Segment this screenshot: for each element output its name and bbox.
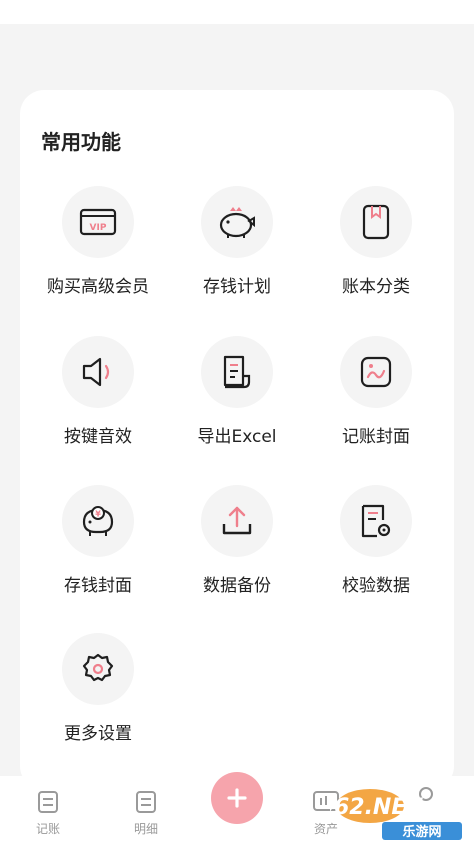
export-document-icon <box>201 336 273 408</box>
gear-icon <box>62 633 134 705</box>
function-label: 存钱封面 <box>64 576 132 596</box>
document-check-icon <box>340 485 412 557</box>
ledger-icon <box>37 791 59 818</box>
section-title: 常用功能 <box>41 130 121 154</box>
common-functions-card: 常用功能 VIP 购买高级会员 存钱计划 账本分类 按键音效 导出Excel 记… <box>20 90 454 790</box>
function-label: 账本分类 <box>342 277 410 297</box>
function-label: 更多设置 <box>64 724 132 744</box>
piggy-bank-icon <box>201 186 273 258</box>
upload-backup-icon <box>201 485 273 557</box>
svg-text:962.NET: 962.NET <box>330 795 423 820</box>
svg-text:VIP: VIP <box>90 223 107 233</box>
tab-details[interactable]: 明细 <box>116 790 176 837</box>
function-saving-cover[interactable]: ¥ 存钱封面 <box>28 485 168 615</box>
function-ledger-cover[interactable]: 记账封面 <box>306 336 446 466</box>
function-more-settings[interactable]: 更多设置 <box>28 633 168 763</box>
watermark-logo: 962.NET 乐游网 <box>319 784 474 842</box>
function-label: 存钱计划 <box>203 277 271 297</box>
tab-label: 记账 <box>35 822 60 836</box>
function-data-backup[interactable]: 数据备份 <box>167 485 307 615</box>
add-record-button[interactable] <box>203 764 271 832</box>
tab-label: 明细 <box>133 822 158 836</box>
function-label: 按键音效 <box>64 427 132 447</box>
function-label: 导出Excel <box>197 427 277 447</box>
function-verify-data[interactable]: 校验数据 <box>306 485 446 615</box>
function-buy-vip[interactable]: VIP 购买高级会员 <box>28 186 168 316</box>
svg-text:乐游网: 乐游网 <box>402 824 441 840</box>
tab-ledger[interactable]: 记账 <box>18 790 78 837</box>
function-key-sound[interactable]: 按键音效 <box>28 336 168 466</box>
ledger-book-icon <box>340 186 412 258</box>
cover-image-icon <box>340 336 412 408</box>
function-label: 校验数据 <box>342 576 410 596</box>
vip-card-icon: VIP <box>62 186 134 258</box>
function-label: 数据备份 <box>203 576 271 596</box>
function-ledger-category[interactable]: 账本分类 <box>306 186 446 316</box>
function-saving-plan[interactable]: 存钱计划 <box>167 186 307 316</box>
function-label: 记账封面 <box>342 427 410 447</box>
function-export-excel[interactable]: 导出Excel <box>167 336 307 466</box>
plus-icon <box>211 772 263 824</box>
speaker-icon <box>62 336 134 408</box>
svg-text:¥: ¥ <box>95 510 101 519</box>
detail-list-icon <box>135 791 157 818</box>
function-label: 购买高级会员 <box>47 277 149 297</box>
piggy-cover-icon: ¥ <box>62 485 134 557</box>
top-bar <box>0 0 474 24</box>
